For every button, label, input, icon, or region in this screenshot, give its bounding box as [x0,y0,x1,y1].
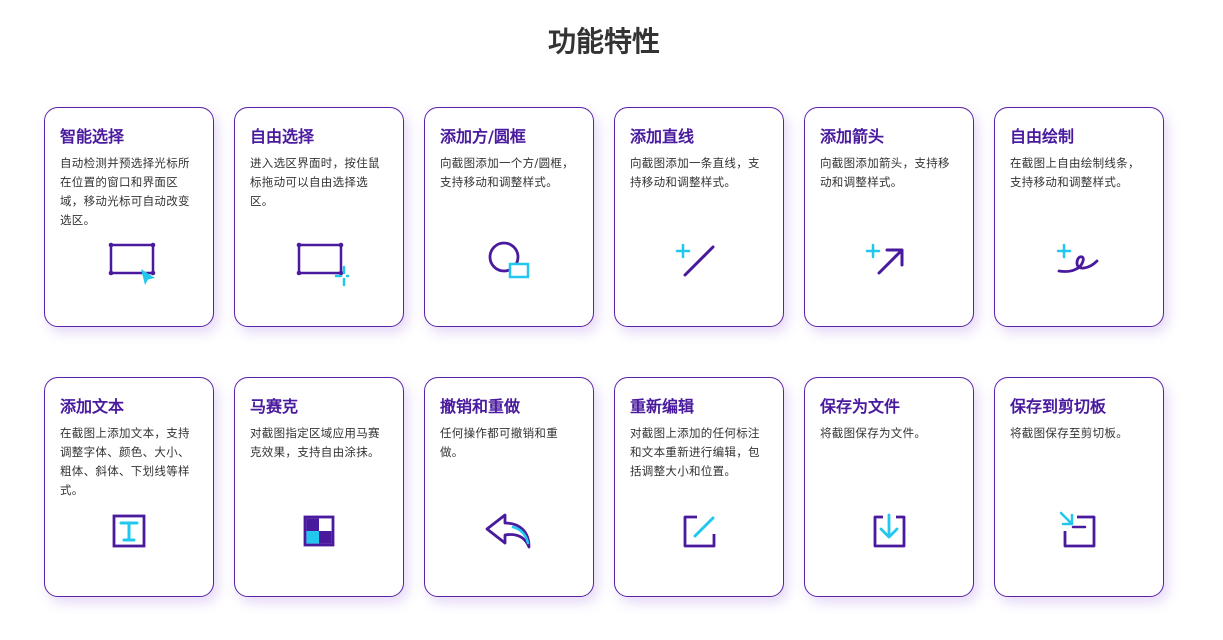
feature-title: 添加箭头 [820,127,885,146]
feature-card-freehand: 自由绘制 在截图上自由绘制线条，支持移动和调整样式。 [994,107,1164,327]
feature-card-text: 添加文本 在截图上添加文本，支持调整字体、颜色、大小、粗体、斜体、下划线等样式。 [44,377,214,597]
feature-card-clipboard: 保存到剪切板 将截图保存至剪切板。 [994,377,1164,597]
smart-select-icon [99,233,159,293]
feature-description: 向截图添加一个方/圆框，支持移动和调整样式。 [440,156,574,189]
feature-card-shape: 添加方/圆框 向截图添加一个方/圆框，支持移动和调整样式。 [424,107,594,327]
free-select-icon [289,233,349,293]
arrow-icon [859,233,919,293]
feature-card-smart-select: 智能选择 自动检测并预选择光标所在位置的窗口和界面区域，移动光标可自动改变选区。 [44,107,214,327]
feature-title: 添加直线 [630,127,695,146]
line-icon [669,233,729,293]
feature-title: 智能选择 [60,127,125,146]
feature-title: 自由绘制 [1010,127,1075,146]
feature-title: 添加文本 [60,397,125,416]
page-title: 功能特性 [547,25,660,58]
feature-title: 添加方/圆框 [440,127,526,146]
text-icon [99,503,159,563]
feature-description: 对截图指定区域应用马赛克效果，支持自由涂抹。 [250,426,380,459]
feature-description: 对截图上添加的任何标注和文本重新进行编辑，包括调整大小和位置。 [630,426,760,478]
mosaic-icon [289,503,349,563]
feature-description: 向截图添加一条直线，支持移动和调整样式。 [630,156,760,189]
feature-description: 进入选区界面时，按住鼠标拖动可以自由选择选区。 [250,156,380,208]
feature-title: 保存为文件 [820,397,901,416]
clipboard-icon [1049,503,1109,563]
feature-description: 将截图保存为文件。 [820,426,927,440]
feature-card-free-select: 自由选择 进入选区界面时，按住鼠标拖动可以自由选择选区。 [234,107,404,327]
feature-title: 撤销和重做 [440,397,521,416]
feature-card-edit: 重新编辑 对截图上添加的任何标注和文本重新进行编辑，包括调整大小和位置。 [614,377,784,597]
freehand-icon [1049,233,1109,293]
feature-title: 重新编辑 [630,397,695,416]
feature-card-line: 添加直线 向截图添加一条直线，支持移动和调整样式。 [614,107,784,327]
feature-description: 自动检测并预选择光标所在位置的窗口和界面区域，移动光标可自动改变选区。 [60,156,190,227]
feature-description: 在截图上添加文本，支持调整字体、颜色、大小、粗体、斜体、下划线等样式。 [60,426,190,497]
feature-card-undo: 撤销和重做 任何操作都可撤销和重做。 [424,377,594,597]
feature-card-mosaic: 马赛克 对截图指定区域应用马赛克效果，支持自由涂抹。 [234,377,404,597]
shape-icon [479,233,539,293]
undo-icon [479,503,539,563]
feature-grid: 智能选择 自动检测并预选择光标所在位置的窗口和界面区域，移动光标可自动改变选区。… [44,107,1164,597]
edit-icon [669,503,729,563]
feature-card-arrow: 添加箭头 向截图添加箭头，支持移动和调整样式。 [804,107,974,327]
feature-title: 马赛克 [250,397,299,416]
feature-description: 任何操作都可撤销和重做。 [440,426,558,459]
save-file-icon [859,503,919,563]
feature-description: 向截图添加箭头，支持移动和调整样式。 [820,156,950,189]
feature-title: 自由选择 [250,127,315,146]
feature-title: 保存到剪切板 [1010,397,1107,416]
feature-description: 在截图上自由绘制线条，支持移动和调整样式。 [1010,156,1140,189]
feature-description: 将截图保存至剪切板。 [1010,426,1128,440]
feature-card-save-file: 保存为文件 将截图保存为文件。 [804,377,974,597]
